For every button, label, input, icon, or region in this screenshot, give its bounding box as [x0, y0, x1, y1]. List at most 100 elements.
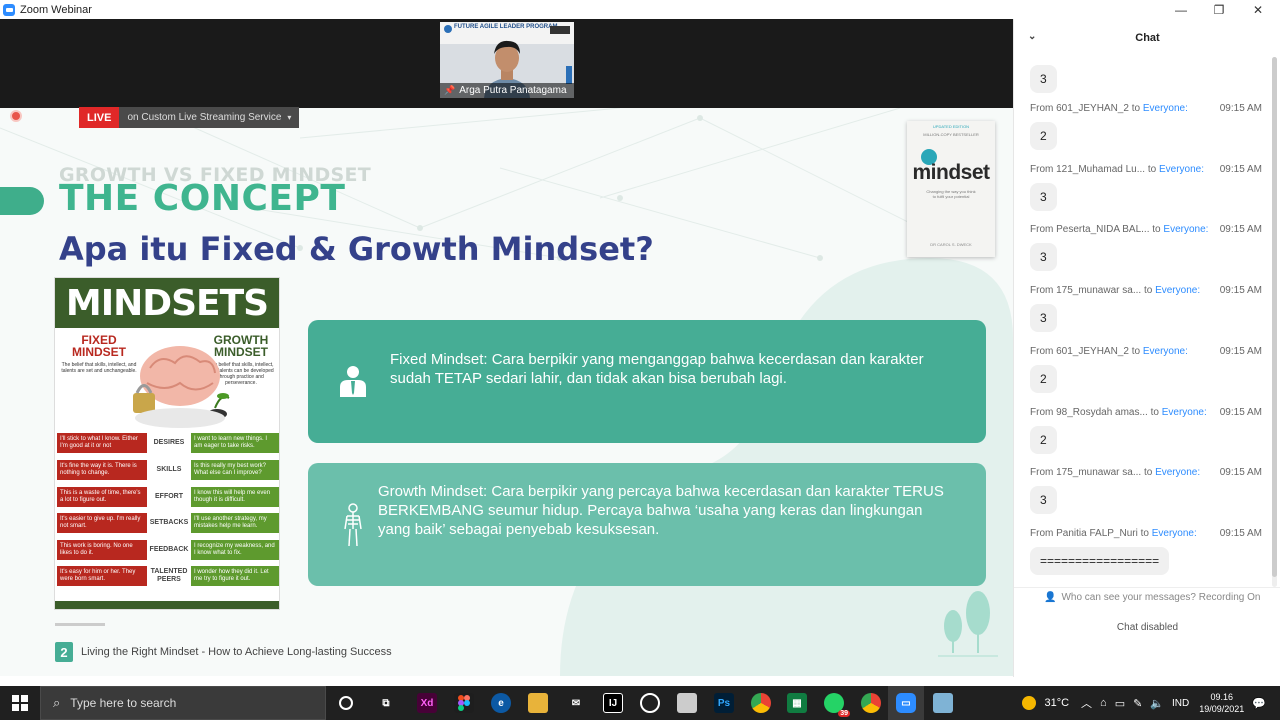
- chat-message: From Panitia FALP_Nuri to Everyone: 09:15…: [1030, 528, 1262, 575]
- chat-sender: From Peserta_NIDA BAL...: [1030, 224, 1150, 235]
- excel-icon[interactable]: ▦: [787, 693, 807, 713]
- live-label: LIVE: [79, 107, 120, 128]
- volume-icon[interactable]: 🔈: [1150, 697, 1164, 710]
- chat-visibility-text: Who can see your messages? Recording On: [1061, 592, 1261, 603]
- infographic-header: MINDSETS: [55, 278, 279, 328]
- chat-recipient[interactable]: Everyone:: [1163, 224, 1208, 235]
- pin-icon: 📌: [444, 85, 456, 95]
- category-label: TALENTED PEERS: [150, 568, 188, 583]
- participant-name-plate: 📌 Arga Putra Panatagama: [440, 83, 574, 98]
- maximize-button[interactable]: ❐: [1199, 0, 1239, 19]
- chat-recipient[interactable]: Everyone:: [1143, 346, 1188, 357]
- chat-sender: From 175_munawar sa...: [1030, 467, 1142, 478]
- fixed-mindset-text: Fixed Mindset: Cara berpikir yang mengan…: [390, 351, 924, 387]
- chat-to-word: to: [1152, 224, 1161, 235]
- zoom-icon[interactable]: ▭: [896, 693, 916, 713]
- infographic-row: It's easy for him or her. They were born…: [57, 566, 279, 586]
- windows-taskbar: ⌕ Type here to search ⧉ Xd e ✉ IJ Ps ▦ 3…: [0, 686, 1280, 720]
- minimize-button[interactable]: —: [1161, 0, 1201, 19]
- chat-sender: From 601_JEYHAN_2: [1030, 103, 1129, 114]
- chat-recipient[interactable]: Everyone:: [1159, 164, 1204, 175]
- chat-recipient[interactable]: Everyone:: [1152, 528, 1197, 539]
- growth-statement: I want to learn new things. I am eager t…: [191, 433, 279, 453]
- title-bar: Zoom Webinar — ❐ ✕: [0, 0, 1280, 19]
- system-tray: 31°C ︿ ⌂ ▭ ✎ 🔈 IND 09.16 19/09/2021 💬: [1022, 686, 1280, 720]
- network-icon[interactable]: ⌂: [1100, 697, 1107, 709]
- photoshop-icon[interactable]: Ps: [714, 693, 734, 713]
- chat-message-meta: From Peserta_NIDA BAL... to Everyone: 09:…: [1030, 224, 1262, 235]
- growth-statement: Is this really my best work? What else c…: [191, 460, 279, 480]
- edge-icon[interactable]: e: [491, 693, 511, 713]
- file-explorer-icon[interactable]: [528, 693, 548, 713]
- cortana-icon[interactable]: [336, 693, 356, 713]
- chat-recipient[interactable]: Everyone:: [1155, 285, 1200, 296]
- infographic-row: This is a waste of time, there's a lot t…: [57, 487, 279, 507]
- chat-recipient[interactable]: Everyone:: [1143, 103, 1188, 114]
- chat-footer-divider: [1014, 587, 1280, 588]
- chat-time: 09:15 AM: [1219, 224, 1262, 235]
- live-streaming-badge[interactable]: LIVE on Custom Live Streaming Service ▾: [79, 107, 300, 128]
- zoom-logo-icon: [3, 3, 15, 16]
- notification-icon[interactable]: 💬: [1252, 697, 1266, 710]
- close-button[interactable]: ✕: [1238, 0, 1278, 19]
- chat-recipient[interactable]: Everyone:: [1162, 407, 1207, 418]
- chat-sender: From 175_munawar sa...: [1030, 285, 1142, 296]
- battery-icon[interactable]: ▭: [1115, 697, 1125, 710]
- taskbar-search-box[interactable]: ⌕ Type here to search: [40, 686, 326, 720]
- book-bestseller: MILLION-COPY BESTSELLER: [923, 132, 979, 137]
- growth-statement: I know this will help me even though it …: [191, 487, 279, 507]
- growth-mindset-text: Growth Mindset: Cara berpikir yang perca…: [378, 483, 944, 538]
- mindset-book-cover: UPDATED EDITION MILLION-COPY BESTSELLER …: [907, 121, 995, 257]
- start-button[interactable]: [0, 686, 40, 720]
- chat-header: ⌄ Chat: [1014, 19, 1280, 56]
- slide-heading: THE CONCEPT: [59, 178, 346, 219]
- category-label: SETBACKS: [149, 519, 189, 526]
- clock[interactable]: 09.16 19/09/2021: [1199, 691, 1244, 715]
- chat-scrollbar[interactable]: [1272, 57, 1277, 587]
- chevron-down-icon[interactable]: ⌄: [1028, 31, 1036, 42]
- chat-bubble: 3: [1030, 183, 1057, 211]
- streaming-service-dropdown[interactable]: on Custom Live Streaming Service ▾: [119, 107, 300, 128]
- chat-message: From 601_JEYHAN_2 to Everyone: 09:15 AM 2: [1030, 346, 1262, 393]
- growth-statement: I'll use another strategy, my mistakes h…: [191, 513, 279, 533]
- slide-number: 2: [55, 642, 73, 662]
- chat-time: 09:15 AM: [1219, 285, 1262, 296]
- chat-message: From 601_JEYHAN_2 to Everyone: 09:15 AM 2: [1030, 103, 1262, 150]
- task-view-icon[interactable]: ⧉: [376, 693, 396, 713]
- paint-icon[interactable]: [677, 693, 697, 713]
- speaker-video-tile[interactable]: FUTURE AGILE LEADER PROGRAM 📌 Arga Putra…: [440, 22, 574, 98]
- chevron-up-icon[interactable]: ︿: [1081, 695, 1092, 711]
- infographic-title: MINDSETS: [65, 282, 269, 324]
- chat-panel: ⌄ Chat 3 From 601_JEYHAN_2 to Everyone: 0…: [1013, 19, 1280, 677]
- growth-statement: I recognize my weakness, and I know what…: [191, 540, 279, 560]
- language-indicator[interactable]: IND: [1172, 698, 1189, 709]
- chat-message-meta: From 121_Muhamad Lu... to Everyone: 09:15…: [1030, 164, 1262, 175]
- weather-sun-icon[interactable]: [1022, 696, 1037, 710]
- whatsapp-icon[interactable]: 39: [824, 693, 850, 717]
- figma-icon[interactable]: [454, 693, 474, 713]
- chrome-icon[interactable]: [751, 693, 771, 713]
- fixed-statement: It's fine the way it is. There is nothin…: [57, 460, 147, 480]
- mail-icon[interactable]: ✉: [566, 693, 586, 713]
- app-icon[interactable]: [933, 693, 953, 713]
- fixed-statement: It's easier to give up. I'm really not s…: [57, 513, 147, 533]
- pen-icon[interactable]: ✎: [1133, 697, 1142, 710]
- chat-sender: From Panitia FALP_Nuri: [1030, 528, 1138, 539]
- chat-time: 09:15 AM: [1219, 407, 1262, 418]
- chat-bubble: 3: [1030, 486, 1057, 514]
- chat-bubble: 3: [1030, 243, 1057, 271]
- intellij-icon[interactable]: IJ: [603, 693, 623, 713]
- slide-accent-pill: [0, 187, 44, 215]
- skeleton-icon: [344, 503, 362, 547]
- streaming-service-label: on Custom Live Streaming Service: [127, 112, 282, 123]
- chat-recipient[interactable]: Everyone:: [1155, 467, 1200, 478]
- chrome-icon[interactable]: [861, 693, 881, 713]
- weather-temperature[interactable]: 31°C: [1044, 697, 1069, 709]
- app-icon[interactable]: [640, 693, 660, 713]
- slide-footer-divider: [55, 623, 105, 626]
- adobe-xd-icon[interactable]: Xd: [417, 693, 437, 713]
- chat-bubble: 2: [1030, 426, 1057, 454]
- chat-message: From 175_munawar sa... to Everyone: 09:15…: [1030, 467, 1262, 514]
- person-icon: 👤: [1044, 592, 1057, 603]
- chat-visibility-note[interactable]: 👤 Who can see your messages? Recording O…: [1044, 592, 1260, 603]
